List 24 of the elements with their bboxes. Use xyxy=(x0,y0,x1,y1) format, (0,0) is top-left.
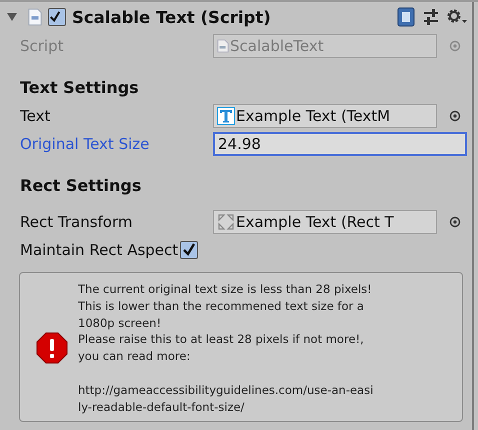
section-heading: Rect Settings xyxy=(19,174,142,196)
text-component-icon xyxy=(217,107,235,125)
error-icon xyxy=(36,332,68,364)
field-label: Text xyxy=(20,107,52,125)
section-heading: Text Settings xyxy=(19,76,140,98)
foldout-arrow-icon[interactable] xyxy=(6,11,18,23)
script-file-icon xyxy=(28,8,42,26)
enable-checkbox[interactable] xyxy=(48,8,66,26)
object-field[interactable]: Example Text (Rect T xyxy=(213,210,437,234)
help-book-icon[interactable] xyxy=(396,7,416,27)
field-label: Rect Transform xyxy=(20,213,134,231)
object-picker-icon[interactable] xyxy=(449,216,461,228)
script-file-icon xyxy=(217,39,229,53)
presets-sliders-icon[interactable] xyxy=(422,8,440,26)
rect-transform-icon xyxy=(217,213,235,231)
toggle-checkbox[interactable] xyxy=(180,241,198,259)
component-title: Scalable Text (Script) xyxy=(72,8,271,26)
object-picker-icon[interactable] xyxy=(449,110,461,122)
field-label: Script xyxy=(20,37,65,55)
number-field[interactable]: 24.98 xyxy=(213,132,467,156)
field-label: Maintain Rect Aspect xyxy=(20,241,178,259)
field-label: Original Text Size xyxy=(20,135,150,153)
object-field[interactable]: Example Text (TextM xyxy=(213,104,437,128)
help-message: The current original text size is less than 28 pixels! This is lower than the recommened text size for a 1080p screen! Please raise this to at least 28 pixels if not more!, you can read more: http://gameaccessibilityguidelines.com/use-an-easi ly-readable-default-font-size/ xyxy=(78,281,374,416)
